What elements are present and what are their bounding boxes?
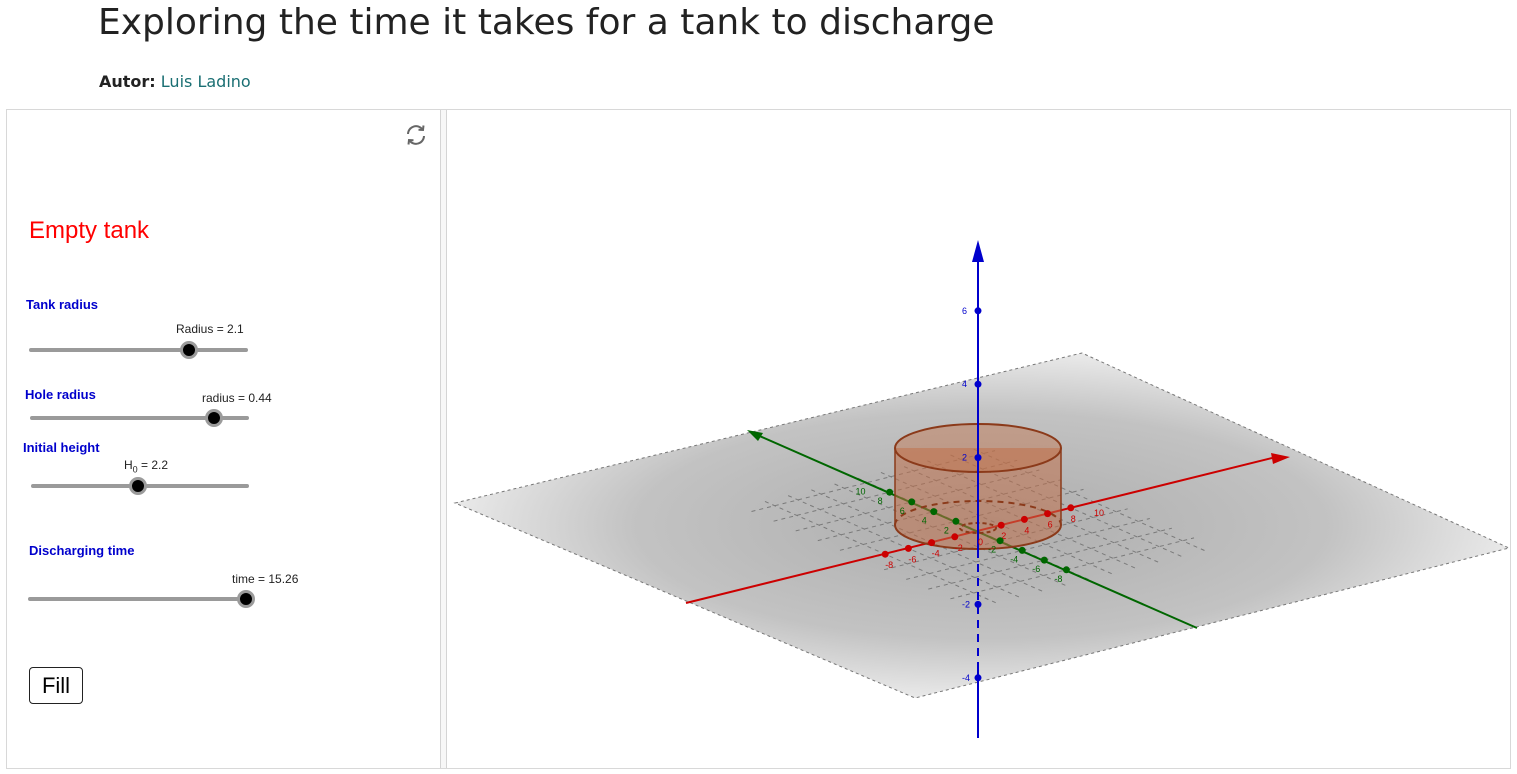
x-tick-point (1020, 515, 1028, 523)
y-tick-point (996, 537, 1004, 545)
z-tick-point (974, 454, 982, 462)
y-tick-point (886, 488, 894, 496)
y-tick-point (952, 517, 960, 525)
y-tick-label: 2 (944, 525, 949, 535)
hole-radius-label: Hole radius (25, 387, 96, 402)
time-caption: time = 15.26 (232, 572, 299, 586)
z-tick-point (974, 674, 982, 682)
x-tick-label: -4 (932, 549, 940, 559)
z-tick-point (974, 307, 982, 315)
y-tick-point (1062, 566, 1070, 574)
z-tick-label: 2 (962, 453, 967, 463)
initial-height-label: Initial height (23, 440, 100, 455)
y-tick-label: 8 (878, 496, 883, 506)
fill-button[interactable]: Fill (29, 667, 83, 704)
discharging-time-label: Discharging time (29, 543, 135, 558)
hole-radius-caption: radius = 0.44 (202, 391, 272, 405)
hole-radius-slider[interactable] (204, 409, 223, 427)
initial-height-slider[interactable] (128, 477, 147, 495)
x-tick-point (1067, 504, 1075, 512)
empty-tank-label: Empty tank (29, 217, 150, 244)
author-line: Autor: Luis Ladino (99, 72, 251, 91)
x-tick-label: -8 (885, 560, 893, 570)
y-tick-label: -6 (1032, 564, 1040, 574)
discharging-time-slider[interactable] (237, 590, 255, 608)
y-tick-point (930, 508, 938, 516)
x-tick-label: 6 (1048, 520, 1053, 530)
x-tick-point (951, 533, 959, 541)
geogebra-applet: Empty tank Tank radius Radius = 2.1 Hole… (6, 109, 1511, 769)
z-axis-arrow (972, 240, 984, 262)
y-tick-label: 10 (856, 487, 866, 497)
x-tick-point (904, 544, 912, 552)
radius-caption: Radius = 2.1 (176, 322, 244, 336)
page-title: Exploring the time it takes for a tank t… (98, 2, 995, 43)
y-tick-label: 4 (922, 516, 927, 526)
x-tick-label: 4 (1024, 525, 1029, 535)
3d-scene[interactable]: -8-6-4-20246810108642-2-4-6-8642-2-4 (447, 110, 1511, 770)
tank-radius-track[interactable] (29, 348, 248, 352)
x-tick-label: 0 (978, 537, 983, 547)
initial-height-caption: H0 = 2.2 (124, 458, 169, 475)
z-tick-label: 6 (962, 306, 967, 316)
x-tick-point (1044, 510, 1052, 518)
y-tick-label: -2 (988, 545, 996, 555)
graphics-3d-view[interactable]: -8 -6 -4 -2 0 2 4 6 8 10 10 8 6 4 2 -2 -4 -6 -8 6 4 2 -2 -4 (447, 110, 1511, 770)
z-tick-label: 4 (962, 379, 967, 389)
tank-radius-label: Tank radius (26, 297, 99, 312)
x-tick-label: 8 (1071, 514, 1076, 524)
author-link[interactable]: Luis Ladino (161, 72, 251, 91)
x-tick-label: 10 (1094, 508, 1104, 518)
y-tick-point (908, 498, 916, 506)
y-tick-label: -4 (1010, 554, 1018, 564)
z-tick-point (974, 600, 982, 608)
algebra-panel: Empty tank Tank radius Radius = 2.1 Hole… (7, 110, 440, 768)
panel-divider[interactable] (440, 110, 447, 768)
x-tick-point (881, 550, 889, 558)
x-tick-label: -6 (908, 554, 916, 564)
y-tick-label: -8 (1054, 574, 1062, 584)
y-tick-label: 6 (900, 506, 905, 516)
tank-radius-slider[interactable] (179, 341, 198, 359)
author-label: Autor: (99, 72, 156, 91)
x-tick-point (928, 539, 936, 547)
y-tick-point (1018, 546, 1026, 554)
z-tick-label: -2 (962, 599, 970, 609)
x-tick-point (997, 521, 1005, 529)
x-tick-label: -2 (955, 543, 963, 553)
discharging-time-track[interactable] (28, 597, 246, 601)
z-tick-label: -4 (962, 673, 970, 683)
y-tick-point (1040, 556, 1048, 564)
z-tick-point (974, 380, 982, 388)
reset-icon[interactable] (404, 123, 428, 147)
